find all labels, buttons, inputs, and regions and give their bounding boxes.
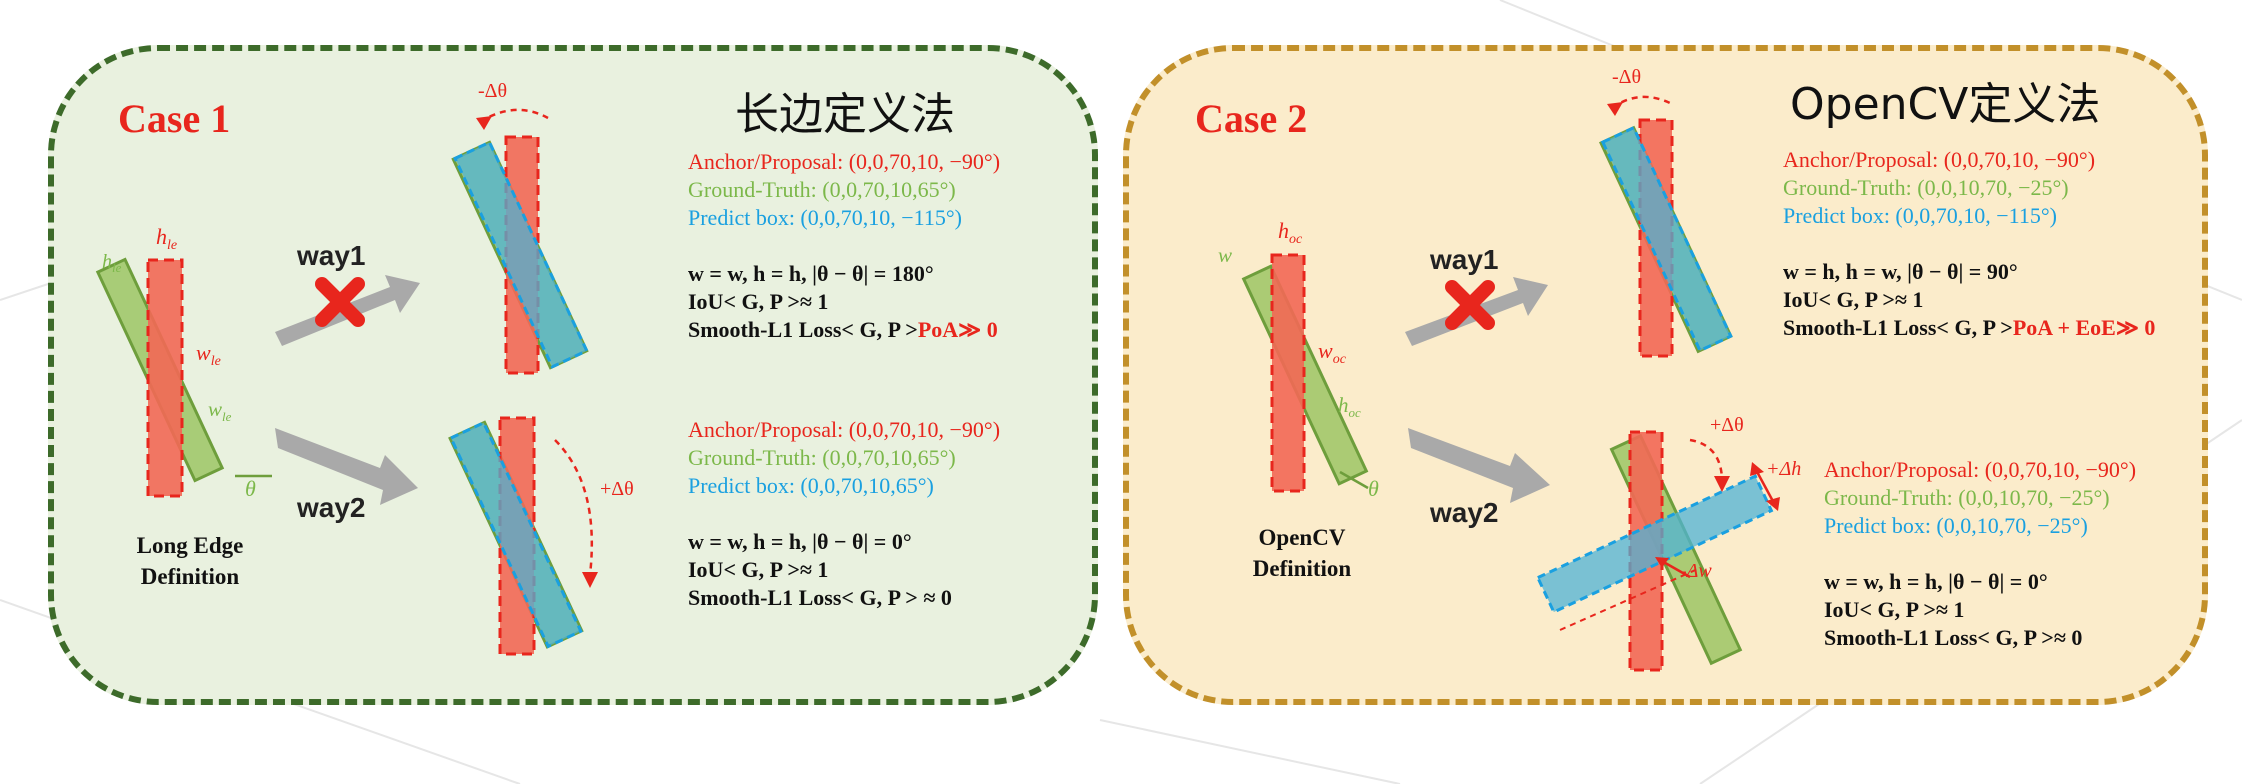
case2-w2-anchor: Anchor/Proposal: (0,0,70,10, −90°) xyxy=(1824,457,2137,482)
case2-w1-anchor: Anchor/Proposal: (0,0,70,10, −90°) xyxy=(1783,147,2096,172)
case2-plus-dh: +Δh xyxy=(1766,458,1802,480)
svg-text:w: w xyxy=(1218,243,1232,267)
case2-w1-pred: Predict box: (0,0,70,10, −115°) xyxy=(1783,203,2057,228)
case2-w1-loss-tail: PoA + EoE≫ 0 xyxy=(2012,315,2156,340)
svg-text:hoc: hoc xyxy=(1338,393,1361,420)
case2-w2-eq: w = w, h = h, |θ − θ| = 0° xyxy=(1824,569,2048,594)
case2-plus-dtheta: +Δθ xyxy=(1710,414,1744,436)
case2-w2-iou: IoU< G, P >≈ 1 xyxy=(1824,597,1965,622)
case2-w2-gt: Ground-Truth: (0,0,10,70, −25°) xyxy=(1824,485,2110,510)
case2-diagram: w hoc woc hoc θ xyxy=(1218,95,1780,672)
svg-text:woc: woc xyxy=(1318,338,1347,367)
case2-way1-text-block: Anchor/Proposal: (0,0,70,10, −90°) Groun… xyxy=(1783,146,2155,342)
case2-w2-loss: Smooth-L1 Loss< G, P >≈ 0 xyxy=(1824,625,2083,650)
case2-w2-pred: Predict box: (0,0,10,70, −25°) xyxy=(1824,513,2088,538)
svg-text:θ: θ xyxy=(1368,476,1379,501)
case2-way2-arrow xyxy=(1408,428,1550,503)
case2-w1-gt: Ground-Truth: (0,0,10,70, −25°) xyxy=(1783,175,2069,200)
case2-w1-eq: w = h, h = w, |θ − θ| = 90° xyxy=(1783,259,2018,284)
case2-minus-dtheta: -Δθ xyxy=(1612,66,1642,88)
case2-w1-iou: IoU< G, P >≈ 1 xyxy=(1783,287,1924,312)
case2-way2-text-block: Anchor/Proposal: (0,0,70,10, −90°) Groun… xyxy=(1824,456,2136,652)
case2-w1-loss: Smooth-L1 Loss< G, P > xyxy=(1783,315,2013,340)
case2-minus-dw: -Δw xyxy=(1680,560,1712,582)
svg-text:hoc: hoc xyxy=(1278,218,1303,247)
